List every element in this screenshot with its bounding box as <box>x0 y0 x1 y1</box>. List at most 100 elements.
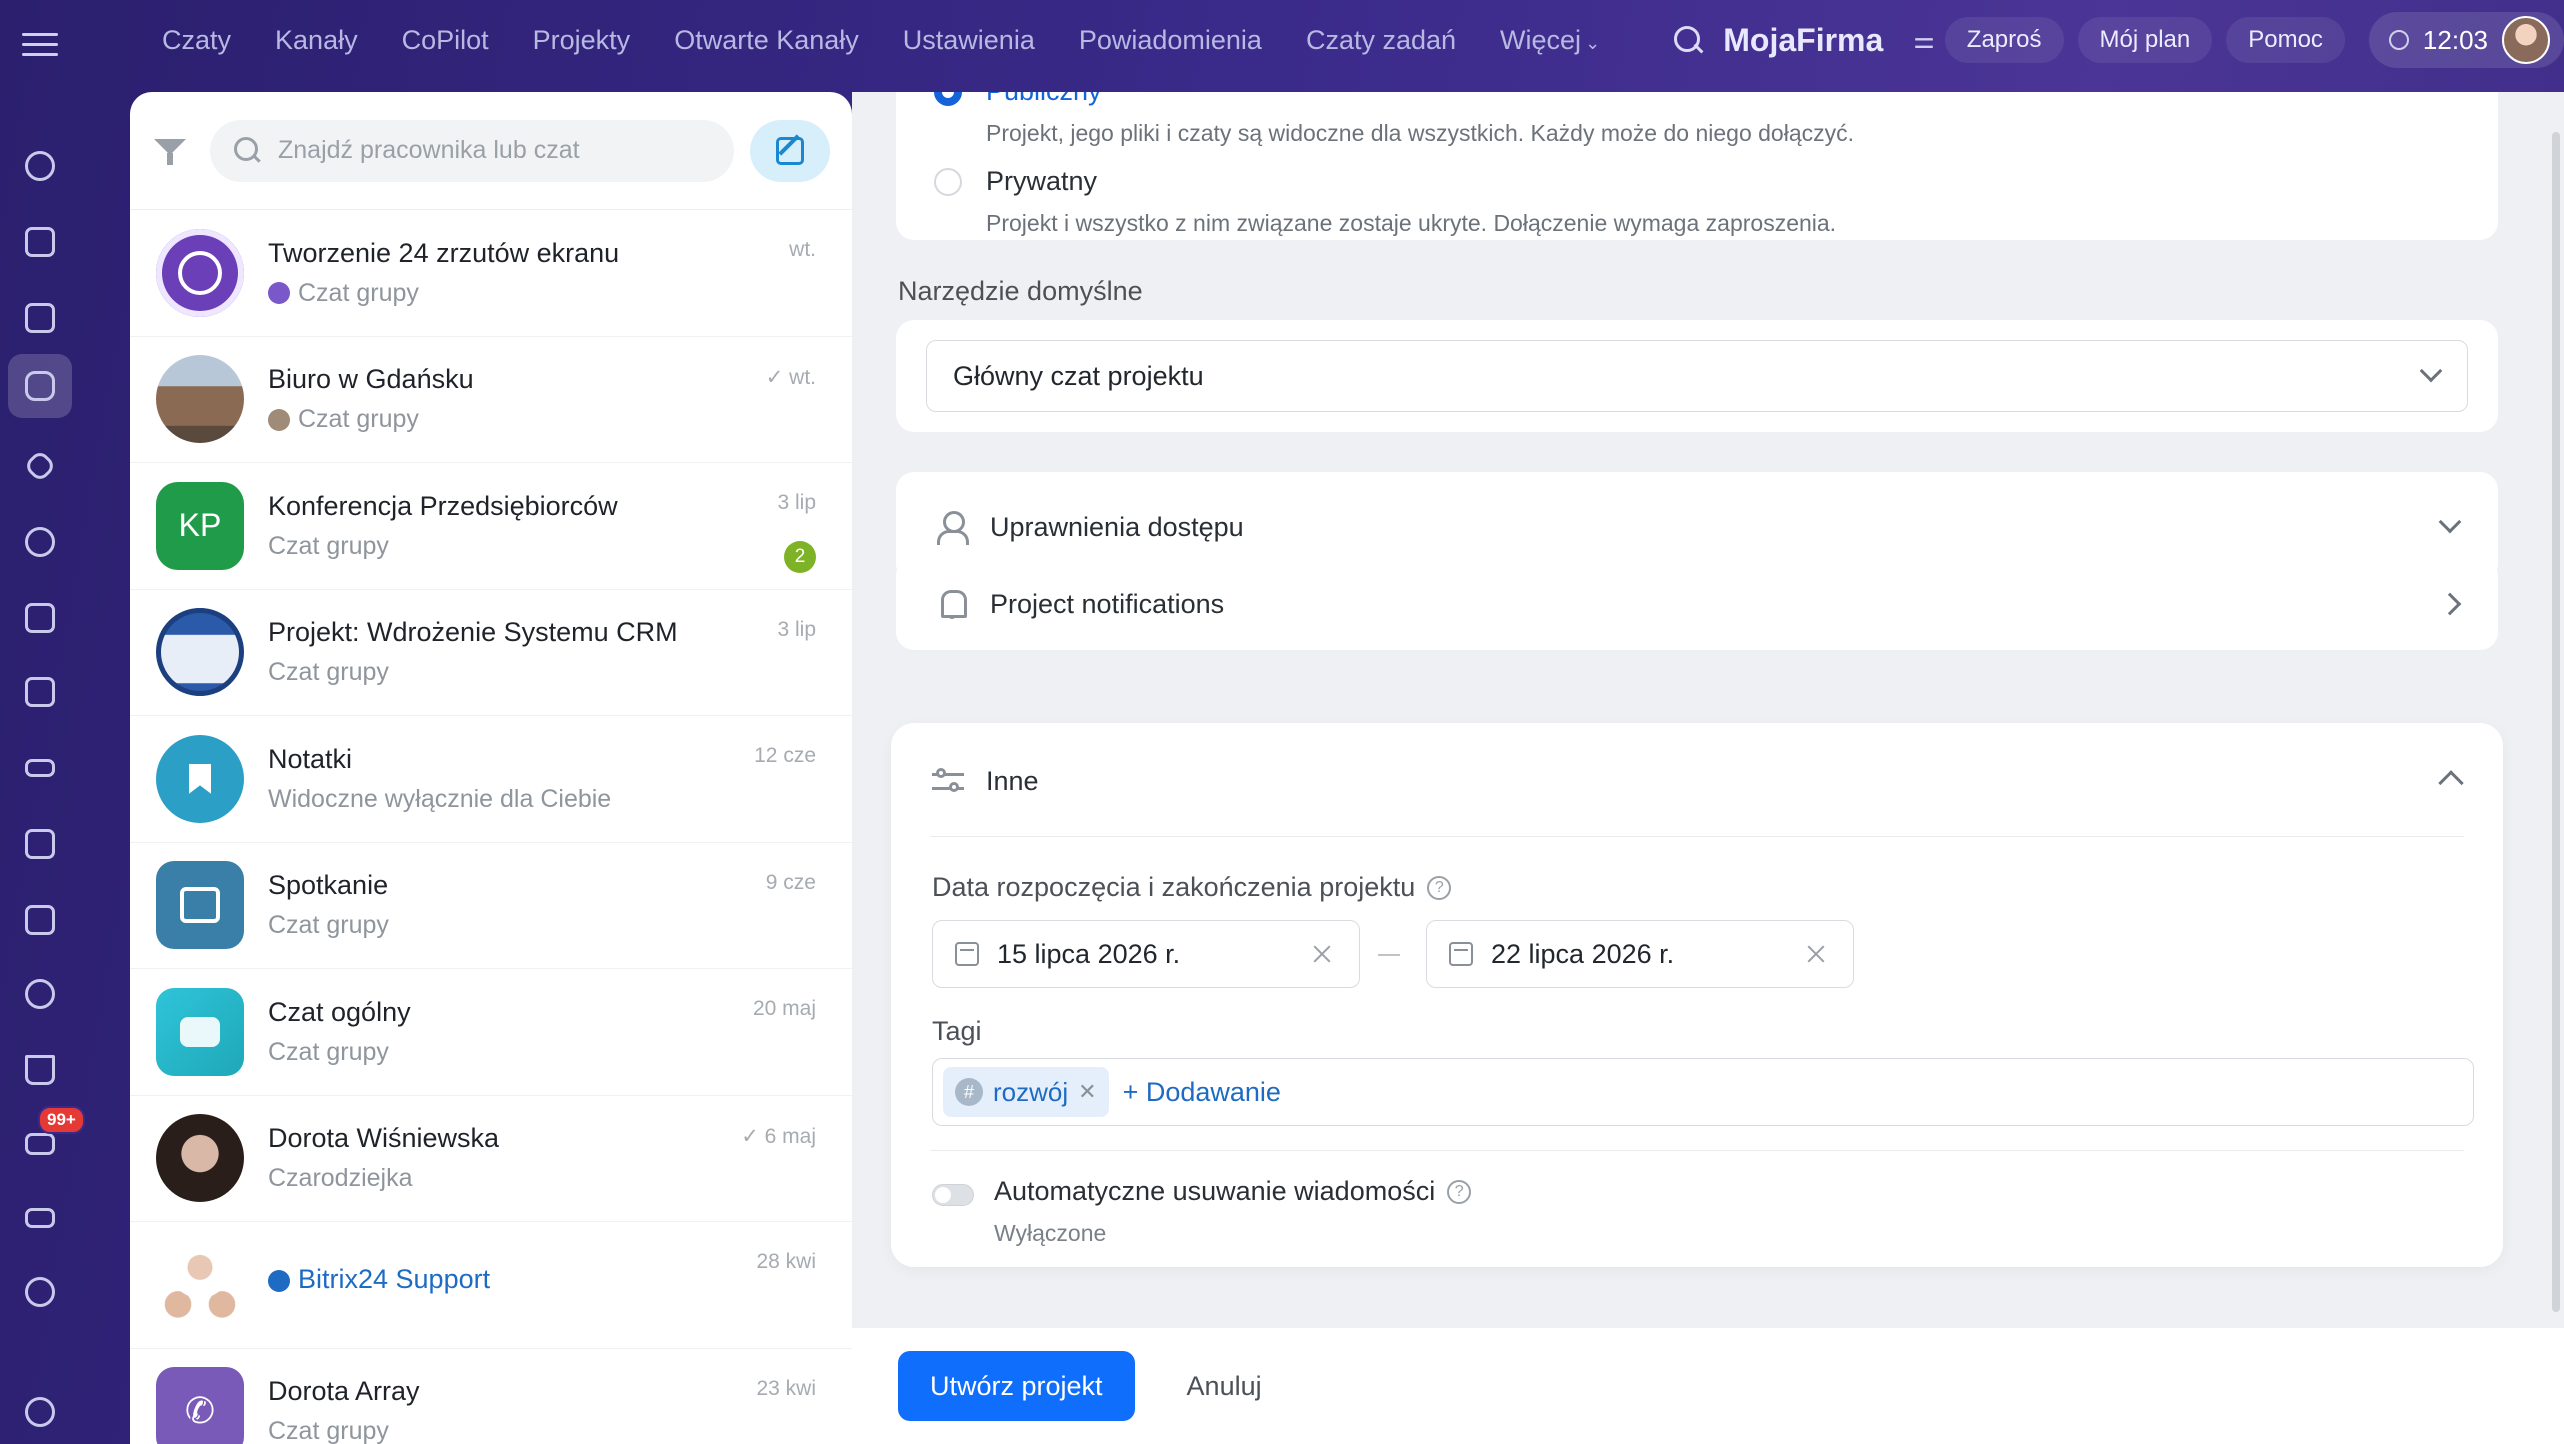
clear-icon[interactable] <box>1807 945 1825 963</box>
filter-icon[interactable] <box>152 133 188 169</box>
chat-list-panel: Znajdź pracownika lub czat Tworzenie 24 … <box>130 92 852 1444</box>
cancel-button[interactable]: Anuluj <box>1187 1371 1262 1402</box>
chat-subtitle: Czat grupy <box>268 658 389 687</box>
mail-icon[interactable]: 99+ <box>8 1106 85 1176</box>
read-check-icon: ✓ <box>765 365 790 389</box>
settings-icon[interactable] <box>8 1380 72 1444</box>
clock-time: 12:03 <box>2422 24 2488 55</box>
chat-time: wt. <box>789 238 816 261</box>
chat-item[interactable]: KP Konferencja Przedsiębiorców Czat grup… <box>130 463 852 590</box>
meetings-icon[interactable] <box>8 888 72 952</box>
activity-icon[interactable] <box>8 134 72 198</box>
chevron-down-icon: ⌄ <box>1585 32 1601 53</box>
search-input[interactable]: Znajdź pracownika lub czat <box>210 119 734 182</box>
notifications-section[interactable]: Project notifications <box>896 558 2498 650</box>
speech-bubbles-icon <box>180 1016 220 1047</box>
chat-item[interactable]: Bitrix24 Support 28 kwi <box>130 1222 852 1349</box>
chat-subtitle: Widoczne wyłącznie dla Ciebie <box>268 784 612 813</box>
search-icon <box>234 136 262 165</box>
chat-item[interactable]: Biuro w Gdańsku Czat grupy ✓ wt. <box>130 337 852 463</box>
chat-item[interactable]: Dorota Wiśniewska Czarodziejka ✓ 6 maj <box>130 1096 852 1222</box>
help-icon[interactable]: ? <box>1447 1179 1472 1204</box>
chats-icon[interactable] <box>8 354 72 418</box>
clear-icon[interactable] <box>1313 945 1331 963</box>
chat-title: Projekt: Wdrożenie Systemu CRM <box>268 617 678 648</box>
knowledge-icon[interactable] <box>8 660 72 724</box>
other-section-header[interactable]: Inne <box>894 726 2500 836</box>
chat-item[interactable]: Notatki Widoczne wyłącznie dla Ciebie 12… <box>130 716 852 843</box>
help-icon[interactable]: ? <box>1427 875 1452 900</box>
feed-icon[interactable] <box>8 210 72 274</box>
menu-icon[interactable] <box>22 26 58 62</box>
chat-time: 23 kwi <box>756 1376 816 1400</box>
scrollbar[interactable] <box>2552 132 2560 1312</box>
private-option-description: Projekt i wszystko z nim związane zostaj… <box>986 210 1837 236</box>
settings-sliders-icon[interactable]: ⚌ <box>1913 26 1935 55</box>
help-button[interactable]: Pomoc <box>2226 17 2345 63</box>
chat-avatar <box>156 228 244 317</box>
copilot-icon[interactable] <box>8 434 72 498</box>
crm-icon[interactable] <box>8 510 72 574</box>
default-tool-label: Narzędzie domyślne <box>898 276 1143 306</box>
documents-icon[interactable] <box>8 812 72 876</box>
chat-title-text: Bitrix24 Support <box>298 1264 491 1295</box>
chat-item[interactable]: Spotkanie Czat grupy 9 cze <box>130 843 852 969</box>
search-placeholder: Znajdź pracownika lub czat <box>278 136 580 164</box>
chat-item[interactable]: Tworzenie 24 zrzutów ekranu Czat grupy w… <box>130 210 852 337</box>
chat-item[interactable]: Czat ogólny Czat grupy 20 maj <box>130 969 852 1096</box>
chat-avatar: KP <box>156 481 244 570</box>
mail-badge: 99+ <box>38 1106 85 1134</box>
dates-label: Data rozpoczęcia i zakończenia projektu … <box>932 872 1452 903</box>
new-chat-button[interactable] <box>750 119 830 182</box>
public-option-title[interactable]: Publiczny <box>986 92 1102 107</box>
chat-title: Tworzenie 24 zrzutów ekranu <box>268 237 620 268</box>
time-tracker[interactable]: 12:03 <box>2368 12 2564 68</box>
search-icon[interactable] <box>1671 23 1705 57</box>
end-date-value: 22 lipca 2026 r. <box>1491 938 1675 969</box>
goals-icon[interactable] <box>8 1260 72 1324</box>
tags-field[interactable]: # rozwój ✕ + Dodawanie <box>932 1058 2474 1126</box>
chat-subtitle: Czat grupy <box>268 531 389 560</box>
invite-button[interactable]: Zaproś <box>1944 17 2064 63</box>
company-name[interactable]: MojaFirma <box>1723 22 1883 59</box>
end-date-field[interactable]: 22 lipca 2026 r. <box>1426 920 1854 988</box>
sites-icon[interactable] <box>8 962 72 1026</box>
calendar-icon[interactable] <box>8 586 72 650</box>
default-tool-select[interactable]: Główny czat projektu <box>926 340 2468 412</box>
tasks-icon[interactable] <box>8 286 72 350</box>
date-range-separator <box>1378 954 1400 956</box>
shop-icon[interactable] <box>8 1038 72 1102</box>
create-button-highlight: Utwórz projekt <box>892 1345 1141 1427</box>
nav-item-projekty[interactable]: Projekty <box>511 25 653 56</box>
nav-item-ustawienia[interactable]: Ustawienia <box>881 25 1057 56</box>
nav-item-czaty-zadan[interactable]: Czaty zadań <box>1284 25 1478 56</box>
drive-icon[interactable] <box>8 736 72 800</box>
nav-item-otwarte-kanaly[interactable]: Otwarte Kanały <box>652 25 881 56</box>
start-date-field[interactable]: 15 lipca 2026 r. <box>932 920 1360 988</box>
chat-item[interactable]: ✆ Dorota Array Czat grupy 23 kwi <box>130 1349 852 1444</box>
nav-item-copilot[interactable]: CoPilot <box>380 25 511 56</box>
private-option-title[interactable]: Prywatny <box>986 166 1097 197</box>
auto-delete-toggle[interactable] <box>932 1184 974 1206</box>
chevron-right-icon <box>2438 592 2462 616</box>
radio-public[interactable] <box>934 92 962 106</box>
chat-title: Czat ogólny <box>268 996 411 1027</box>
my-plan-button[interactable]: Mój plan <box>2077 17 2213 63</box>
chat-avatar <box>156 608 244 697</box>
notifications-title: Project notifications <box>990 588 1225 619</box>
user-settings-icon <box>936 511 969 545</box>
radio-private[interactable] <box>934 168 962 196</box>
nav-item-czaty[interactable]: Czaty <box>140 25 253 56</box>
chat-subtitle: Czat grupy <box>298 278 419 307</box>
tag-chip[interactable]: # rozwój ✕ <box>943 1067 1109 1117</box>
hash-icon: # <box>955 1078 983 1106</box>
create-project-button[interactable]: Utwórz projekt <box>898 1351 1135 1421</box>
automation-icon[interactable] <box>8 1186 72 1250</box>
nav-item-wiecej[interactable]: Więcej ⌄ <box>1478 25 1622 56</box>
chat-item[interactable]: Projekt: Wdrożenie Systemu CRM Czat grup… <box>130 590 852 716</box>
nav-item-powiadomienia[interactable]: Powiadomienia <box>1057 25 1284 56</box>
user-avatar[interactable] <box>2502 16 2550 64</box>
remove-tag-icon[interactable]: ✕ <box>1078 1079 1096 1105</box>
add-tag-link[interactable]: + Dodawanie <box>1123 1077 1281 1108</box>
nav-item-kanaly[interactable]: Kanały <box>253 25 380 56</box>
